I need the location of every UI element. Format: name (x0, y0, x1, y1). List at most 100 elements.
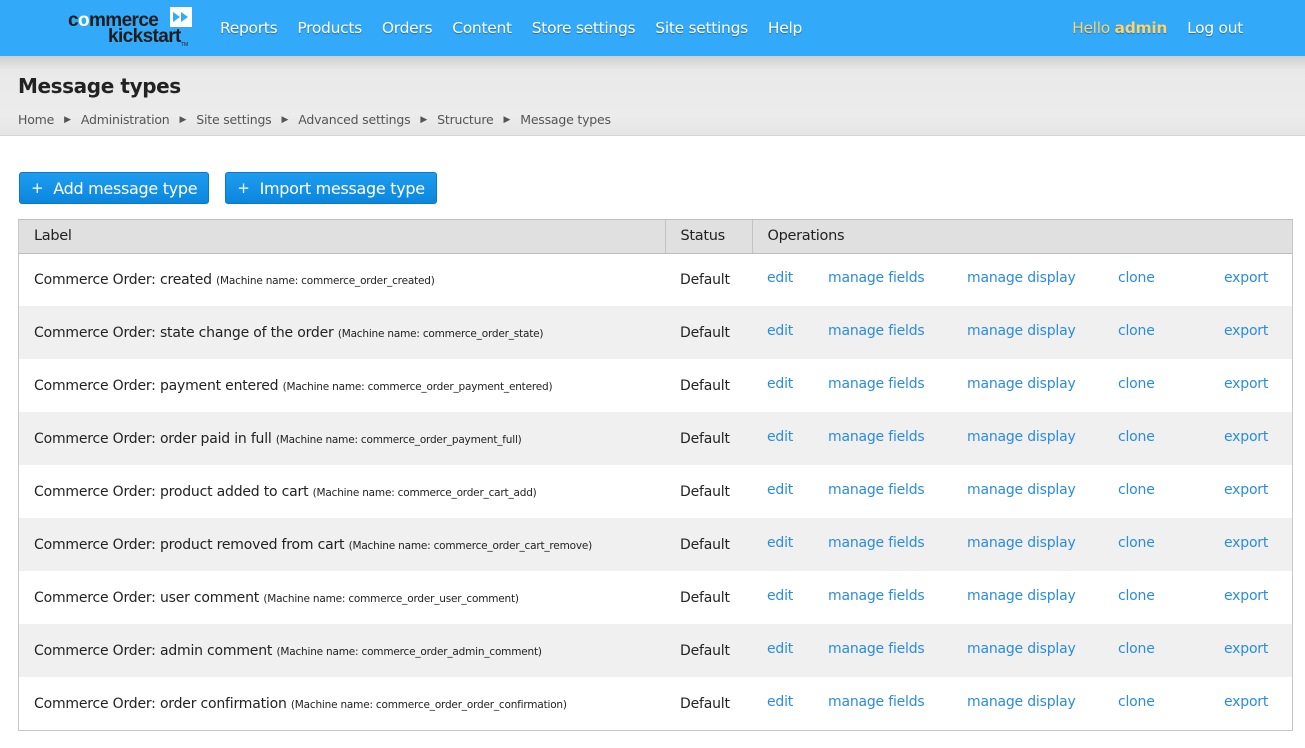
export-link[interactable]: export (1224, 429, 1268, 445)
export-link[interactable]: export (1224, 641, 1268, 657)
breadcrumb-separator-icon: ▶ (179, 114, 187, 125)
action-links: + Add message type + Import message type (19, 172, 453, 204)
nav-item-orders[interactable]: Orders (372, 19, 442, 37)
operations-cell: edit manage fields manage display clone … (752, 624, 1292, 677)
clone-link[interactable]: clone (1118, 641, 1155, 657)
edit-link[interactable]: edit (767, 641, 793, 657)
table-row: Commerce Order: product added to cart (M… (19, 465, 1292, 518)
table-row: Commerce Order: product removed from car… (19, 518, 1292, 571)
table-row: Commerce Order: user comment (Machine na… (19, 571, 1292, 624)
manage-display-link[interactable]: manage display (967, 429, 1076, 445)
manage-fields-link[interactable]: manage fields (828, 641, 925, 657)
manage-fields-link[interactable]: manage fields (828, 482, 925, 498)
logout-link[interactable]: Log out (1187, 19, 1243, 37)
manage-display-link[interactable]: manage display (967, 641, 1076, 657)
clone-link[interactable]: clone (1118, 482, 1155, 498)
clone-link[interactable]: clone (1118, 429, 1155, 445)
clone-link[interactable]: clone (1118, 323, 1155, 339)
label-cell: Commerce Order: admin comment (Machine n… (19, 624, 665, 677)
machine-name: (Machine name: commerce_order_state) (337, 327, 544, 340)
export-link[interactable]: export (1224, 376, 1268, 392)
nav-item-content[interactable]: Content (442, 19, 522, 37)
username-link[interactable]: admin (1115, 19, 1168, 37)
export-link[interactable]: export (1224, 482, 1268, 498)
breadcrumb-site-settings[interactable]: Site settings (196, 112, 271, 127)
operations-cell: edit manage fields manage display clone … (752, 571, 1292, 624)
column-header-label: Label (19, 220, 665, 254)
machine-name: (Machine name: commerce_order_admin_comm… (276, 645, 542, 658)
manage-fields-link[interactable]: manage fields (828, 376, 925, 392)
operations-cell: edit manage fields manage display clone … (752, 359, 1292, 412)
breadcrumb-administration[interactable]: Administration (81, 112, 170, 127)
label-cell: Commerce Order: order paid in full (Mach… (19, 412, 665, 465)
export-link[interactable]: export (1224, 270, 1268, 286)
breadcrumb-home[interactable]: Home (18, 112, 54, 127)
machine-name: (Machine name: commerce_order_order_conf… (290, 698, 567, 711)
edit-link[interactable]: edit (767, 323, 793, 339)
greeting: Hello admin (1072, 19, 1167, 37)
label-cell: Commerce Order: state change of the orde… (19, 306, 665, 359)
table-row: Commerce Order: admin comment (Machine n… (19, 624, 1292, 677)
edit-link[interactable]: edit (767, 429, 793, 445)
edit-link[interactable]: edit (767, 588, 793, 604)
operations-cell: edit manage fields manage display clone … (752, 677, 1292, 730)
edit-link[interactable]: edit (767, 270, 793, 286)
manage-display-link[interactable]: manage display (967, 588, 1076, 604)
table-row: Commerce Order: payment entered (Machine… (19, 359, 1292, 412)
breadcrumb-advanced-settings[interactable]: Advanced settings (298, 112, 410, 127)
clone-link[interactable]: clone (1118, 694, 1155, 710)
clone-link[interactable]: clone (1118, 588, 1155, 604)
manage-fields-link[interactable]: manage fields (828, 429, 925, 445)
edit-link[interactable]: edit (767, 482, 793, 498)
breadcrumb-separator-icon: ▶ (503, 114, 511, 125)
manage-display-link[interactable]: manage display (967, 535, 1076, 551)
page-header: Message types Home ▶ Administration ▶ Si… (0, 56, 1305, 136)
clone-link[interactable]: clone (1118, 376, 1155, 392)
add-message-type-button[interactable]: + Add message type (19, 172, 210, 204)
clone-link[interactable]: clone (1118, 270, 1155, 286)
message-type-label: Commerce Order: user comment (34, 589, 260, 606)
manage-fields-link[interactable]: manage fields (828, 270, 925, 286)
breadcrumb-current: Message types (520, 112, 611, 127)
nav-item-help[interactable]: Help (758, 19, 812, 37)
export-link[interactable]: export (1224, 323, 1268, 339)
export-link[interactable]: export (1224, 694, 1268, 710)
manage-display-link[interactable]: manage display (967, 482, 1076, 498)
nav-item-products[interactable]: Products (287, 19, 372, 37)
manage-display-link[interactable]: manage display (967, 323, 1076, 339)
greeting-prefix: Hello (1072, 19, 1110, 37)
status-cell: Default (680, 695, 730, 712)
message-type-label: Commerce Order: admin comment (34, 642, 273, 659)
manage-display-link[interactable]: manage display (967, 376, 1076, 392)
manage-fields-link[interactable]: manage fields (828, 323, 925, 339)
commerce-kickstart-logo[interactable]: commerce kickstart TM (68, 6, 194, 48)
nav-item-store-settings[interactable]: Store settings (522, 19, 646, 37)
breadcrumb-separator-icon: ▶ (281, 114, 289, 125)
edit-link[interactable]: edit (767, 694, 793, 710)
manage-fields-link[interactable]: manage fields (828, 535, 925, 551)
operations-cell: edit manage fields manage display clone … (752, 306, 1292, 359)
status-cell: Default (680, 430, 730, 447)
manage-display-link[interactable]: manage display (967, 270, 1076, 286)
column-header-status: Status (664, 220, 752, 254)
machine-name: (Machine name: commerce_order_payment_en… (282, 380, 553, 393)
nav-item-reports[interactable]: Reports (210, 19, 287, 37)
message-type-label: Commerce Order: product added to cart (34, 483, 309, 500)
import-message-type-button[interactable]: + Import message type (225, 172, 437, 204)
nav-item-site-settings[interactable]: Site settings (645, 19, 758, 37)
edit-link[interactable]: edit (767, 535, 793, 551)
breadcrumb-structure[interactable]: Structure (437, 112, 494, 127)
export-link[interactable]: export (1224, 535, 1268, 551)
edit-link[interactable]: edit (767, 376, 793, 392)
table-row: Commerce Order: created (Machine name: c… (19, 253, 1292, 306)
clone-link[interactable]: clone (1118, 535, 1155, 551)
manage-fields-link[interactable]: manage fields (828, 694, 925, 710)
manage-fields-link[interactable]: manage fields (828, 588, 925, 604)
status-cell: Default (680, 589, 730, 606)
table-header-row: Label Status Operations (19, 220, 1292, 254)
manage-display-link[interactable]: manage display (967, 694, 1076, 710)
machine-name: (Machine name: commerce_order_user_comme… (263, 592, 519, 605)
export-link[interactable]: export (1224, 588, 1268, 604)
status-cell: Default (680, 536, 730, 553)
breadcrumb-separator-icon: ▶ (420, 114, 428, 125)
